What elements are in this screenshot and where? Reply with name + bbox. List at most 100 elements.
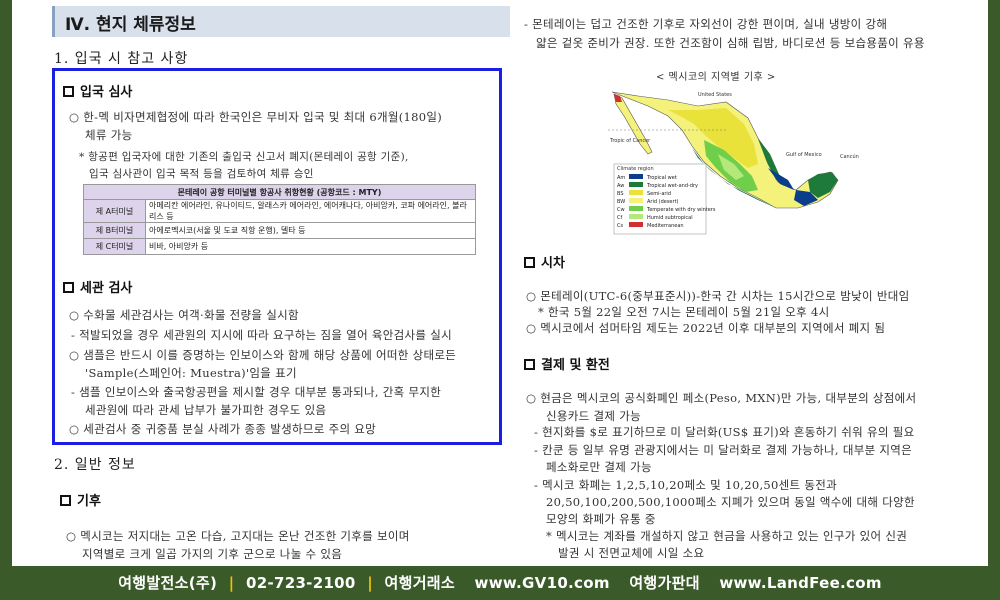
payment-line: - 칸쿤 등 일부 유명 관광지에서는 미 달러화로 결제 가능하나, 대부분 …	[534, 443, 913, 457]
table-row: 제 C터미널 비바, 아비앙카 등	[83, 238, 476, 255]
immigration-customs-box: 입국 심사 ○ 한-멕 비자면제협정에 따라 한국인은 무비자 입국 및 최대 …	[52, 68, 502, 445]
checkbox-square-icon	[63, 282, 74, 293]
legend-code: Cw	[617, 207, 625, 213]
climate-map: < 멕시코의 지역별 기후 > United States Tropic of …	[608, 68, 878, 238]
legend-item: Cw Temperate with dry winters	[617, 206, 715, 214]
immigration-line: 체류 가능	[85, 128, 133, 142]
climate-line: 얇은 겉옷 준비가 권장. 또한 건조함이 심해 립밤, 바디로션 등 보습용품…	[536, 36, 925, 50]
timezone-heading: 시차	[524, 252, 565, 271]
payment-heading: 결제 및 환전	[524, 354, 610, 373]
payment-line: 발권 시 전면교체에 시일 소요	[558, 546, 705, 560]
footer-phone: 02-723-2100	[245, 574, 356, 592]
climate-heading: 기후	[60, 490, 101, 509]
legend-swatch	[629, 182, 643, 187]
map-label-gulf: Gulf of Mexico	[786, 152, 822, 158]
legend-label: Semi-arid	[647, 191, 671, 197]
footer-bar: 여행발전소(주) | 02-723-2100 | 여행거래소 www.GV10.…	[0, 566, 1000, 600]
legend-item: Aw Tropical wet-and-dry	[617, 182, 715, 190]
terminal-label: 제 B터미널	[83, 222, 146, 239]
terminal-table-header: 몬테레이 공항 터미널별 항공사 취항현황 (공항코드 : MTY)	[83, 184, 476, 200]
customs-line: - 적발되었을 경우 세관원의 지시에 따라 요구하는 짐을 열어 육안검사를 …	[71, 328, 453, 342]
terminal-table: 몬테레이 공항 터미널별 항공사 취항현황 (공항코드 : MTY) 제 A터미…	[83, 184, 476, 255]
customs-line: ○ 샘플은 반드시 이를 증명하는 인보이스와 함께 해당 상품에 어떠한 상태…	[69, 348, 457, 362]
left-column: Ⅳ. 현지 체류정보 1. 입국 시 참고 사항 입국 심사 ○ 한-멕 비자면…	[52, 0, 512, 566]
immigration-heading: 입국 심사	[63, 81, 132, 100]
legend-swatch	[629, 190, 643, 195]
legend-item: Cf Humid subtropical	[617, 214, 715, 222]
customs-line: - 샘플 인보이스와 출국항공편을 제시할 경우 대부분 통과되나, 간혹 무지…	[71, 385, 442, 399]
payment-line: * 멕시코는 계좌를 개설하지 않고 현금을 사용하고 있는 인구가 있어 신권	[546, 529, 908, 543]
legend-label: Tropical wet	[647, 175, 677, 181]
payment-line: 신용카드 결제 가능	[546, 409, 641, 423]
legend-code: Cf	[617, 215, 623, 221]
timezone-line: ○ 몬테레이(UTC-6(중부표준시))-한국 간 시차는 15시간으로 밤낮이…	[526, 289, 910, 303]
climate-line: - 몬테레이는 덥고 건조한 기후로 자외선이 강한 편이며, 실내 냉방이 강…	[524, 17, 888, 31]
terminal-label: 제 A터미널	[83, 199, 146, 223]
right-column: - 몬테레이는 덥고 건조한 기후로 자외선이 강한 편이며, 실내 냉방이 강…	[508, 0, 978, 566]
legend-item: Am Tropical wet	[617, 174, 715, 182]
legend-label: Temperate with dry winters	[647, 207, 716, 213]
legend-item: BW Arid (desert)	[617, 198, 715, 206]
customs-line: ○ 세관검사 중 귀중품 분실 사례가 종종 발생하므로 주의 요망	[69, 422, 377, 436]
document-page: Ⅳ. 현지 체류정보 1. 입국 시 참고 사항 입국 심사 ○ 한-멕 비자면…	[12, 0, 988, 566]
footer-exchange-label: 여행거래소	[384, 574, 456, 592]
checkbox-square-icon	[63, 86, 74, 97]
payment-line: 모양의 화폐가 유통 중	[546, 512, 656, 526]
checkbox-square-icon	[60, 495, 71, 506]
payment-line: 20,50,100,200,500,1000페소 지폐가 있으며 동일 액수에 …	[546, 495, 915, 509]
legend-code: Am	[617, 175, 626, 181]
immigration-line: ○ 한-멕 비자면제협정에 따라 한국인은 무비자 입국 및 최대 6개월(18…	[69, 110, 443, 124]
footer-price-label: 여행가판대	[629, 574, 700, 592]
footer-company: 여행발전소(주)	[118, 574, 218, 592]
customs-line: 세관원에 따라 관세 납부가 불가피한 경우도 있음	[85, 403, 327, 417]
footer-separator: |	[367, 574, 373, 592]
legend-label: Mediterranean	[647, 223, 684, 229]
legend-swatch	[629, 198, 643, 203]
immigration-line: * 항공편 입국자에 대한 기존의 출입국 신고서 폐지(몬테레이 공항 기준)…	[79, 151, 409, 163]
terminal-label: 제 C터미널	[83, 238, 146, 255]
customs-line: ○ 수화물 세관검사는 여객·화물 전량을 실시함	[69, 308, 299, 322]
legend-code: Cs	[617, 223, 624, 229]
customs-heading: 세관 검사	[63, 277, 132, 296]
section-title: Ⅳ. 현지 체류정보	[52, 6, 510, 37]
table-row: 제 A터미널 아메리칸 에어라인, 유나이티드, 알래스카 에어라인, 에어캐나…	[83, 199, 476, 223]
map-legend: Am Tropical wet Aw Tropical wet-and-dry BS Se…	[617, 174, 715, 230]
legend-swatch	[629, 222, 643, 227]
legend-swatch	[629, 206, 643, 211]
part1-title: 1. 입국 시 참고 사항	[54, 51, 189, 67]
map-label-tropic: Tropic of Cancer	[610, 138, 651, 144]
timezone-line: ○ 멕시코에서 섬머타임 제도는 2022년 이후 대부분의 지역에서 폐지 됨	[526, 321, 886, 335]
climate-line: ○ 멕시코는 저지대는 고온 다습, 고지대는 온난 건조한 기후를 보이며	[66, 529, 410, 543]
legend-label: Tropical wet-and-dry	[647, 183, 699, 189]
map-label-us: United States	[698, 92, 732, 98]
customs-line: 'Sample(스페인어: Muestra)'임을 표기	[85, 366, 297, 380]
payment-line: - 현지화를 $로 표기하므로 미 달러화(US$ 표기)와 혼동하기 쉬워 유…	[534, 425, 915, 439]
footer-exchange-link[interactable]: www.GV10.com	[475, 574, 610, 592]
map-label-cancun: Cancún	[840, 154, 859, 160]
legend-code: Aw	[617, 183, 625, 189]
payment-line: - 멕시코 화폐는 1,2,5,10,20페소 및 10,20,50센트 동전과	[534, 478, 837, 492]
terminal-airlines: 아에로멕시코(서울 및 도쿄 직항 운행), 델타 등	[145, 222, 476, 239]
footer-separator: |	[228, 574, 235, 592]
legend-item: Cs Mediterranean	[617, 222, 715, 230]
footer-price-link[interactable]: www.LandFee.com	[719, 574, 881, 592]
checkbox-square-icon	[524, 257, 535, 268]
legend-item: BS Semi-arid	[617, 190, 715, 198]
legend-label: Humid subtropical	[647, 215, 693, 221]
legend-swatch	[629, 214, 643, 219]
part2-title: 2. 일반 정보	[54, 457, 136, 473]
immigration-line: 입국 심사관이 입국 목적 등을 검토하여 체류 승인	[89, 168, 314, 180]
timezone-line: * 한국 5월 22일 오전 7시는 몬테레이 5월 21일 오후 4시	[538, 305, 830, 319]
terminal-airlines: 아메리칸 에어라인, 유나이티드, 알래스카 에어라인, 에어캐나다, 아비앙카…	[145, 199, 476, 223]
legend-swatch	[629, 174, 643, 179]
table-row: 제 B터미널 아에로멕시코(서울 및 도쿄 직항 운행), 델타 등	[83, 222, 476, 239]
climate-line: 지역별로 크게 일곱 가지의 기후 군으로 나눌 수 있음	[82, 547, 343, 561]
payment-line: 페소화로만 결제 가능	[546, 460, 652, 474]
legend-label: Arid (desert)	[647, 199, 679, 205]
map-legend-title: Climate region	[617, 166, 654, 172]
checkbox-square-icon	[524, 359, 535, 370]
legend-code: BS	[617, 191, 624, 197]
payment-line: ○ 현금은 멕시코의 공식화폐인 페소(Peso, MXN)만 가능, 대부분의…	[526, 391, 917, 405]
terminal-airlines: 비바, 아비앙카 등	[145, 238, 476, 255]
legend-code: BW	[617, 199, 626, 205]
